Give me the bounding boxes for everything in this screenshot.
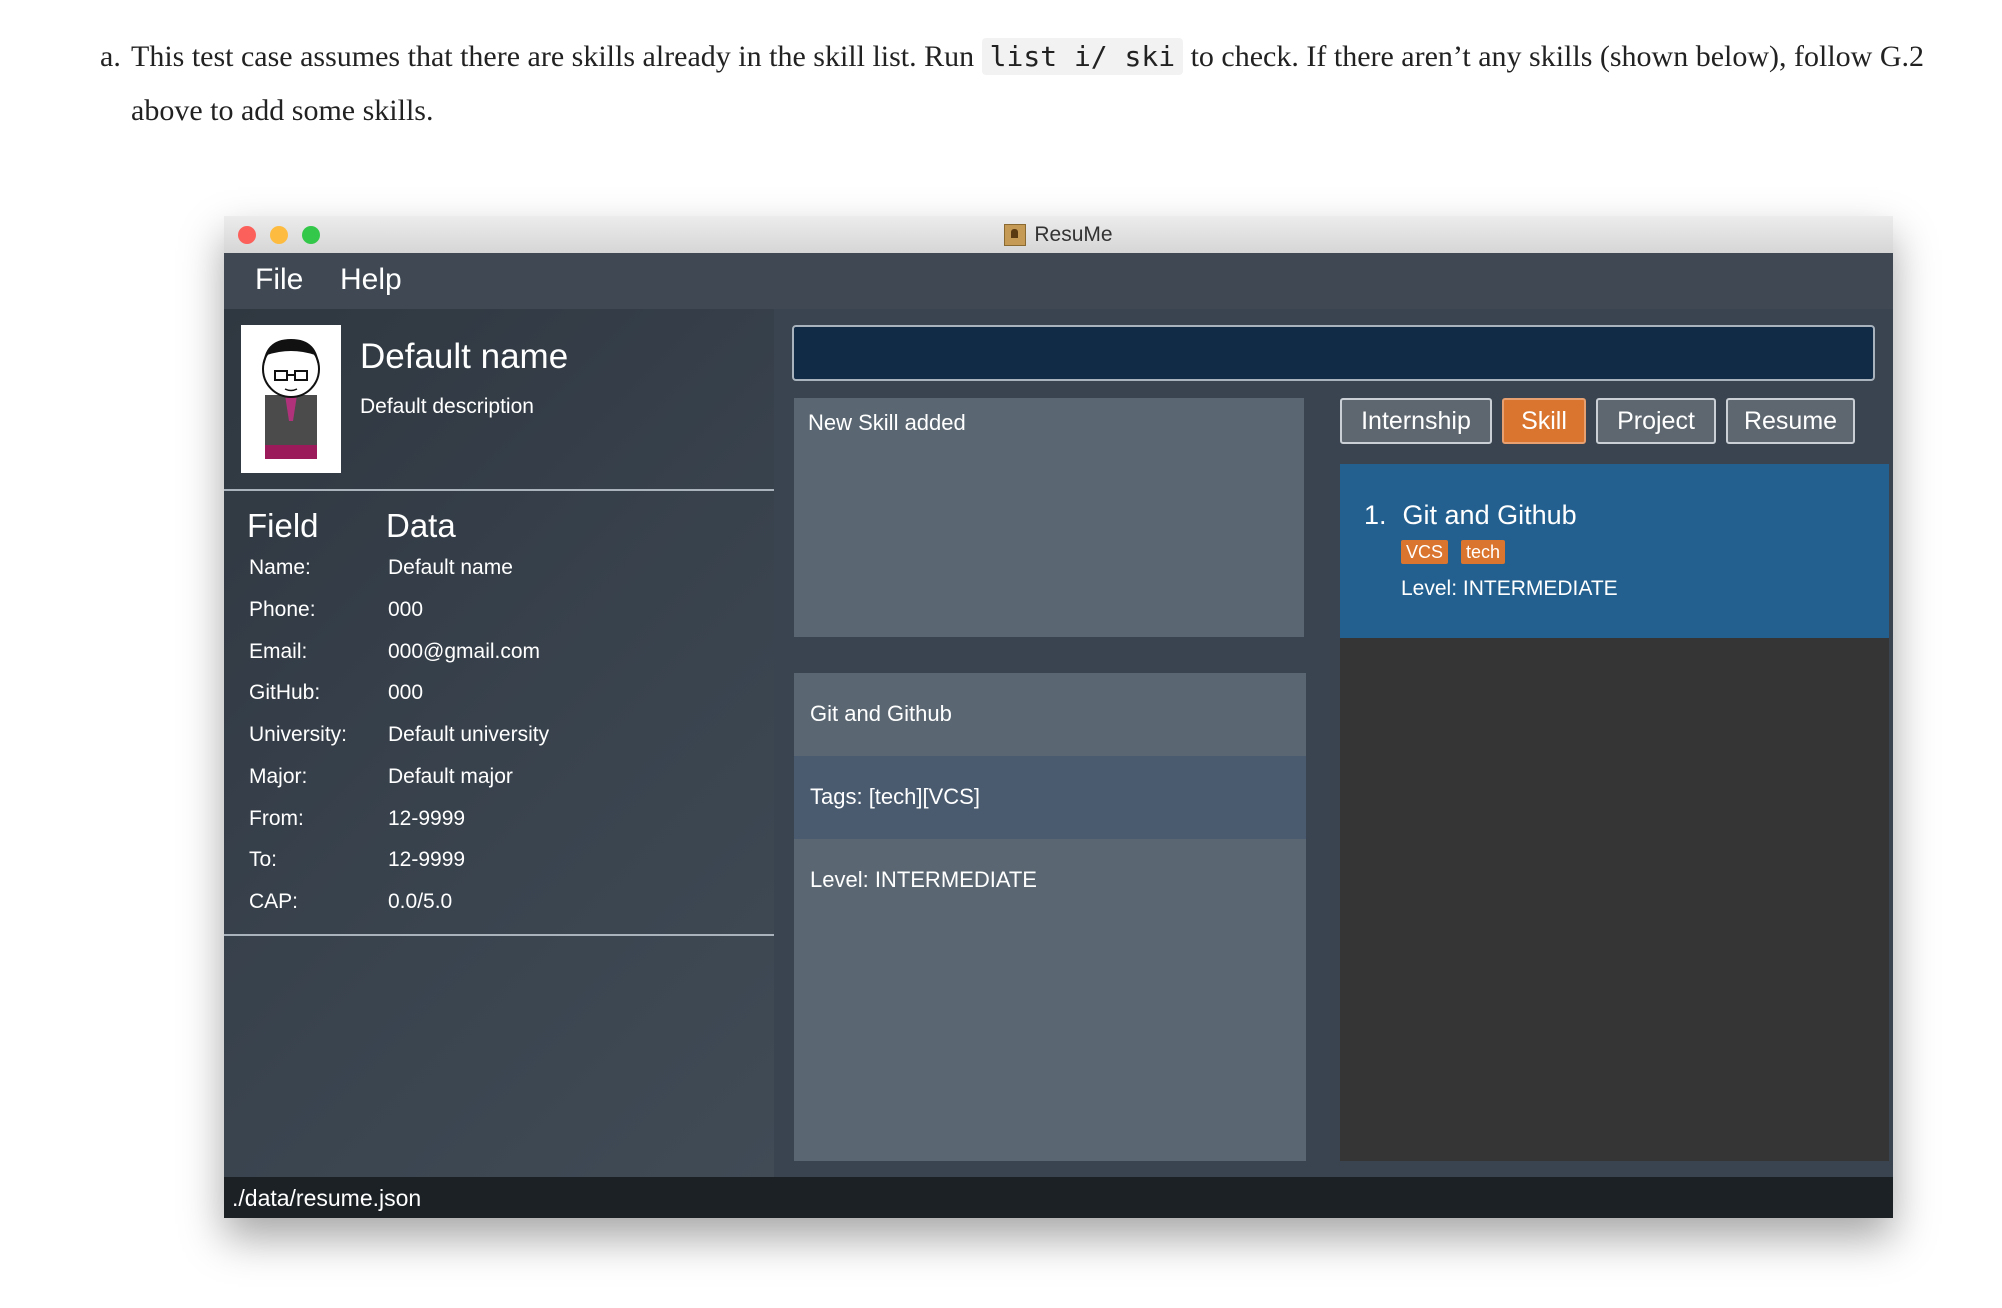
skill-detail-panel: Git and Github Tags: [tech][VCS] Level: … xyxy=(794,673,1306,1161)
title-bar: ResuMe xyxy=(224,216,1893,254)
row-value-university: Default university xyxy=(388,723,550,746)
result-display: New Skill added xyxy=(794,398,1304,637)
detail-level-row: Level: INTERMEDIATE xyxy=(794,839,1306,922)
save-file-path: ./data/resume.json xyxy=(232,1185,422,1211)
detail-title: Git and Github xyxy=(810,701,952,726)
tab-resume[interactable]: Resume xyxy=(1726,398,1855,444)
skill-level: Level: INTERMEDIATE xyxy=(1401,577,1618,600)
row-value-phone: 000 xyxy=(388,598,424,621)
instruction-text: a. This test case assumes that there are… xyxy=(100,30,1980,138)
list-marker: a. xyxy=(100,40,121,73)
menu-bar: File Help xyxy=(224,253,1893,309)
row-value-to: 12-9999 xyxy=(388,848,466,871)
app-window: ResuMe File Help Default name Default de… xyxy=(224,216,1893,1218)
command-input[interactable] xyxy=(792,325,1875,381)
profile-description: Default description xyxy=(360,395,534,418)
cartoon-avatar-icon xyxy=(241,325,341,473)
menu-file[interactable]: File xyxy=(255,263,303,297)
skill-title: 1. Git and Github xyxy=(1364,500,1577,531)
row-value-from: 12-9999 xyxy=(388,807,466,830)
profile-name: Default name xyxy=(360,337,569,376)
instruction-paragraph: This test case assumes that there are sk… xyxy=(131,30,1980,138)
tag-badge: VCS xyxy=(1401,540,1449,564)
row-label-university: University: xyxy=(249,723,348,746)
tag-badge: tech xyxy=(1461,540,1506,564)
menu-help[interactable]: Help xyxy=(340,263,402,297)
detail-tags: Tags: [tech][VCS] xyxy=(810,784,980,809)
divider xyxy=(224,934,774,936)
detail-tags-row: Tags: [tech][VCS] xyxy=(794,756,1306,839)
tab-internship[interactable]: Internship xyxy=(1340,398,1492,444)
skill-list-panel: 1. Git and Github VCS tech Level: INTERME… xyxy=(1340,464,1889,1161)
row-label-major: Major: xyxy=(249,765,308,788)
row-label-phone: Phone: xyxy=(249,598,316,621)
inline-code: list i/ ski xyxy=(981,38,1184,75)
row-label-github: GitHub: xyxy=(249,681,321,704)
row-label-from: From: xyxy=(249,807,304,830)
row-label-email: Email: xyxy=(249,640,308,663)
detail-title-row: Git and Github xyxy=(794,673,1306,756)
row-value-github: 000 xyxy=(388,681,424,704)
row-label-cap: CAP: xyxy=(249,890,299,913)
tab-project[interactable]: Project xyxy=(1596,398,1716,444)
detail-level: Level: INTERMEDIATE xyxy=(810,867,1037,892)
skill-index: 1. xyxy=(1364,500,1387,530)
tab-skill[interactable]: Skill xyxy=(1502,398,1586,444)
row-label-name: Name: xyxy=(249,556,311,579)
app-person-icon xyxy=(1004,223,1027,246)
window-title-group: ResuMe xyxy=(224,216,1893,253)
row-value-name: Default name xyxy=(388,556,513,579)
result-message: New Skill added xyxy=(808,410,966,435)
status-bar: ./data/resume.json xyxy=(224,1177,1893,1218)
row-value-email: 000@gmail.com xyxy=(388,640,541,663)
instruction-text-start: This test case assumes that there are sk… xyxy=(131,40,982,73)
profile-panel: Default name Default description Field D… xyxy=(224,309,774,1177)
row-value-major: Default major xyxy=(388,765,513,788)
skill-name: Git and Github xyxy=(1402,500,1577,530)
data-header: Data xyxy=(386,507,456,544)
row-label-to: To: xyxy=(249,848,278,871)
main-area: New Skill added Git and Github Tags: [te… xyxy=(774,309,1893,1177)
row-value-cap: 0.0/5.0 xyxy=(388,890,453,913)
window-title: ResuMe xyxy=(1034,222,1113,246)
skill-list-item[interactable]: 1. Git and Github VCS tech Level: INTERME… xyxy=(1340,464,1889,638)
field-header: Field xyxy=(247,507,319,544)
divider xyxy=(224,489,774,491)
